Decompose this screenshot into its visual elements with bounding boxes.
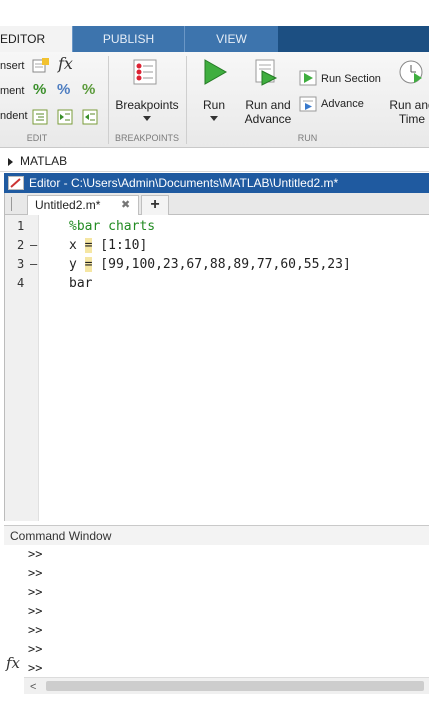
run-section-icon[interactable] <box>299 70 317 86</box>
editor-title-bar[interactable]: Editor - C:\Users\Admin\Documents\MATLAB… <box>4 173 429 193</box>
editor-window-icon <box>8 176 24 190</box>
run-section-button[interactable]: Run Section <box>321 69 381 89</box>
plus-icon: + <box>150 196 160 213</box>
decrease-indent-icon[interactable] <box>82 109 98 125</box>
run-and-advance-label-line2: Advance <box>244 112 292 126</box>
code-pre: x <box>69 238 85 253</box>
function-browser-icon[interactable]: fx <box>6 654 20 672</box>
command-prompt: >> <box>28 547 43 561</box>
tab-view[interactable]: VIEW <box>184 26 278 52</box>
command-prompt: >> <box>28 604 43 618</box>
code-text: bar <box>69 276 93 291</box>
run-and-advance-icon[interactable] <box>252 56 282 86</box>
run-and-advance-button[interactable]: Run and Advance <box>240 98 296 126</box>
code-post: [1:10] <box>92 238 148 253</box>
fx-function-icon[interactable]: fx <box>58 54 73 73</box>
tab-publish[interactable]: PUBLISH <box>72 26 184 52</box>
run-and-time-label-line1: Run and <box>389 98 429 112</box>
code-line[interactable]: 3 — y = [99,100,23,67,88,89,77,60,55,23] <box>5 255 429 274</box>
breakpoints-dropdown-caret[interactable] <box>143 116 151 121</box>
command-window-body[interactable]: >> >> >> >> >> >> >> <box>4 545 429 677</box>
document-tab-bar: Untitled2.m* ✖ + <box>5 193 429 215</box>
command-prompt: >> <box>28 642 43 656</box>
breakpoints-group-label: BREAKPOINTS <box>114 133 179 143</box>
expand-arrow-icon[interactable] <box>8 158 13 166</box>
tab-view-label: VIEW <box>216 32 247 46</box>
percent-icon[interactable]: % <box>33 81 46 98</box>
advance-button[interactable]: Advance <box>321 94 364 114</box>
line-number: 2 <box>17 238 25 252</box>
tab-untitled2[interactable]: Untitled2.m* ✖ <box>27 195 139 215</box>
breakpoints-button[interactable]: Breakpoints <box>112 98 182 112</box>
indent-label: ndent <box>0 110 28 122</box>
run-icon[interactable] <box>202 58 228 86</box>
path-label[interactable]: MATLAB <box>20 150 67 172</box>
doc-tab-label: Untitled2.m* <box>35 198 101 212</box>
line-number: 1 <box>17 219 25 233</box>
comment-label: ment <box>0 85 25 97</box>
run-button[interactable]: Run <box>196 98 232 112</box>
line-number: 3 <box>17 257 25 271</box>
editor-title: Editor - C:\Users\Admin\Documents\MATLAB… <box>29 176 339 190</box>
editor-panel: Untitled2.m* ✖ + 1 %bar charts 2 — x = [… <box>4 193 429 521</box>
edit-group-label: EDIT <box>26 133 48 143</box>
smart-indent-icon[interactable] <box>32 109 48 125</box>
command-prompt: >> <box>28 585 43 599</box>
close-tab-icon[interactable]: ✖ <box>121 196 130 215</box>
code-line[interactable]: 2 — x = [1:10] <box>5 236 429 255</box>
new-tab-button[interactable]: + <box>141 195 169 215</box>
code-text: x = [1:10] <box>69 236 147 255</box>
run-and-time-button[interactable]: Run andTime <box>386 98 429 126</box>
breakpoint-dash[interactable]: — <box>30 236 37 255</box>
code-pre: y <box>69 257 85 272</box>
code-text: %bar charts <box>69 219 156 234</box>
uncomment-icon[interactable]: % <box>57 81 70 98</box>
command-window-header[interactable]: Command Window <box>4 525 429 545</box>
top-strip <box>0 0 429 26</box>
breakpoint-dash[interactable]: — <box>30 255 37 274</box>
increase-indent-icon[interactable] <box>57 109 73 125</box>
code-text: y = [99,100,23,67,88,89,77,60,55,23] <box>69 255 351 274</box>
indent-button[interactable]: ndent <box>0 106 28 126</box>
code-line[interactable]: 4 bar <box>5 274 429 293</box>
tab-bar-divider <box>11 197 12 211</box>
command-prompt: >> <box>28 623 43 637</box>
wrap-comment-icon[interactable]: % <box>82 81 95 98</box>
code-line[interactable]: 1 %bar charts <box>5 217 429 236</box>
run-dropdown-caret[interactable] <box>210 116 218 121</box>
run-group-label: RUN <box>297 133 318 143</box>
bottom-strip <box>0 694 429 720</box>
tab-publish-label: PUBLISH <box>102 32 155 46</box>
code-post: [99,100,23,67,88,89,77,60,55,23] <box>92 257 351 272</box>
line-number: 4 <box>17 276 25 290</box>
group-separator <box>108 56 109 144</box>
run-and-advance-label-line1: Run and <box>245 98 291 112</box>
command-prompt[interactable]: >> <box>28 659 42 678</box>
horizontal-scrollbar[interactable]: < <box>24 677 429 694</box>
scroll-left-icon[interactable]: < <box>30 681 36 693</box>
scrollbar-thumb[interactable] <box>46 681 424 691</box>
breakpoints-icon[interactable] <box>132 58 160 86</box>
comment-button[interactable]: ment <box>0 81 24 101</box>
advance-icon[interactable] <box>299 96 317 112</box>
run-and-time-label-line2: Time <box>398 112 426 126</box>
insert-icon[interactable] <box>32 58 50 74</box>
command-prompt: >> <box>28 566 43 580</box>
group-separator <box>186 56 187 144</box>
current-folder-bar: MATLAB <box>0 150 429 172</box>
run-and-time-icon[interactable] <box>397 58 425 86</box>
tab-editor-label: EDITOR <box>0 32 46 46</box>
insert-label: nsert <box>0 60 25 72</box>
insert-button[interactable]: nsert <box>0 56 24 76</box>
ribbon-tab-bar: EDITOR PUBLISH VIEW <box>0 26 429 52</box>
tab-editor[interactable]: EDITOR <box>0 26 72 52</box>
toolstrip: nsert fx ment % % % ndent EDIT Breakpoin… <box>0 52 429 148</box>
